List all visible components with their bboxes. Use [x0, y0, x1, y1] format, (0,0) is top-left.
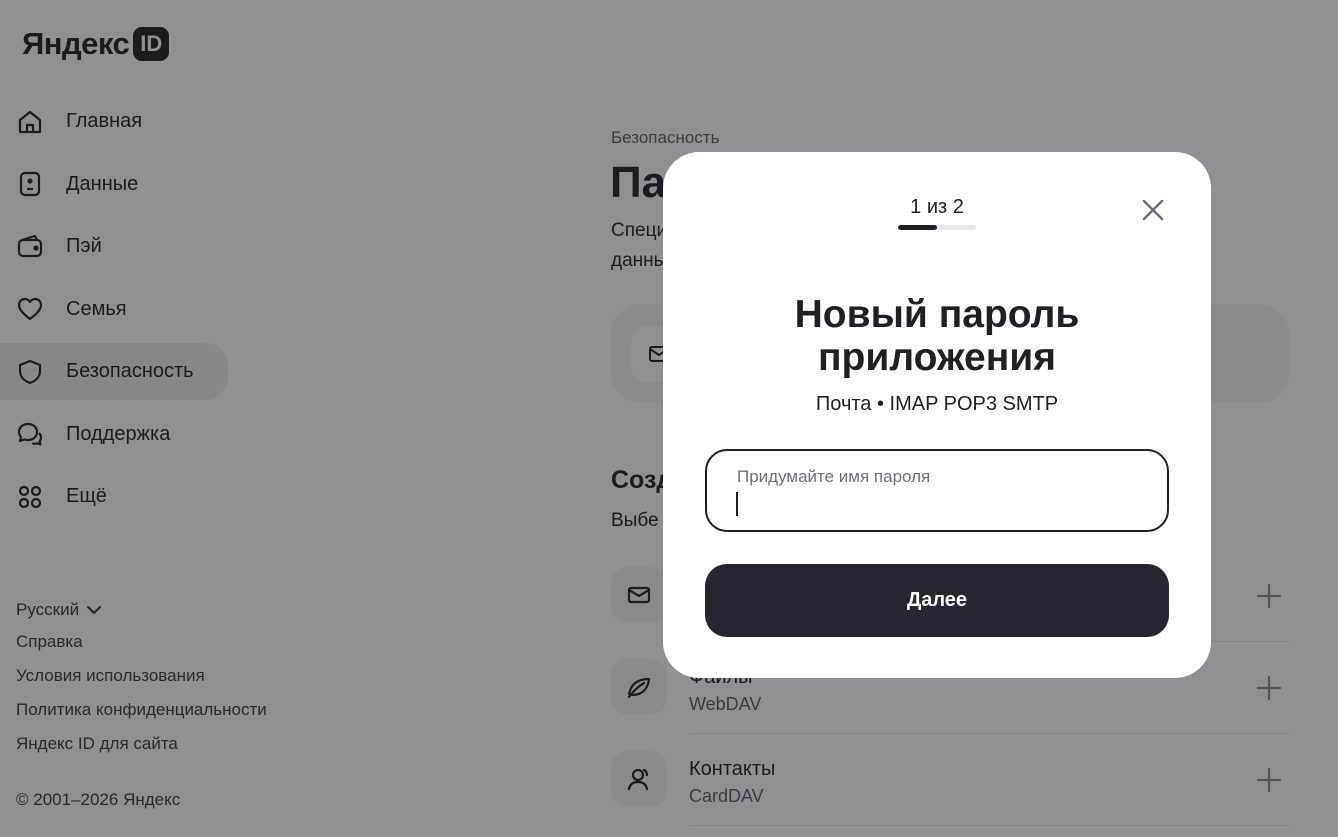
password-name-input[interactable]	[735, 489, 1135, 519]
password-name-field[interactable]: Придумайте имя пароля	[705, 449, 1169, 532]
dialog-title: Новый пароль приложения	[663, 293, 1211, 379]
dialog-title-text: Новый пароль приложения	[794, 293, 1080, 379]
text-caret	[736, 492, 738, 516]
password-name-label: Придумайте имя пароля	[737, 467, 931, 486]
step-progress-fill	[898, 225, 937, 230]
new-app-password-dialog: 1 из 2 Новый пароль приложения Почта • I…	[663, 152, 1211, 678]
close-icon[interactable]	[1137, 194, 1169, 226]
step-indicator: 1 из 2	[910, 196, 964, 218]
dialog-subtitle: Почта • IMAP POP3 SMTP	[815, 393, 1059, 415]
next-button[interactable]: Далее	[705, 564, 1169, 637]
step-progress-bar	[898, 225, 976, 230]
